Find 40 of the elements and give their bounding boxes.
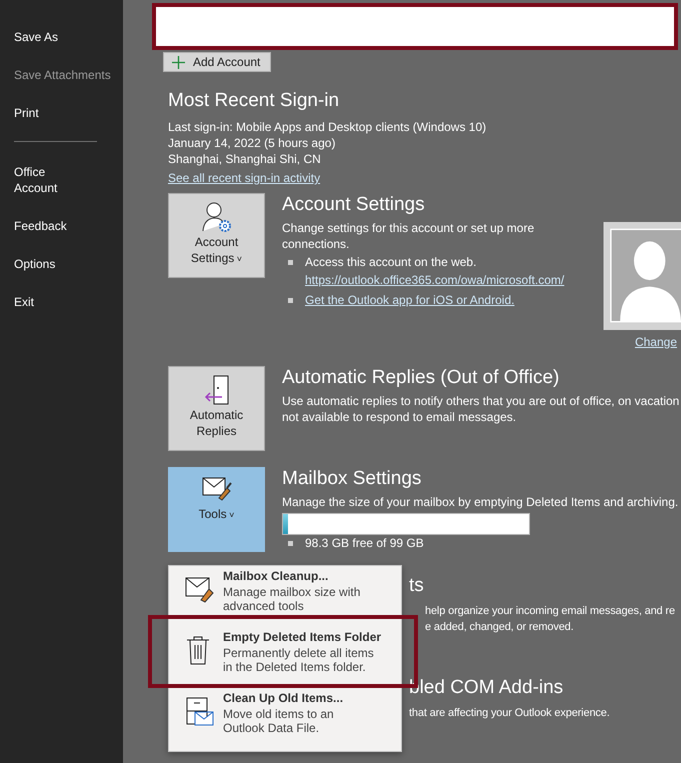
section-heading: Account Settings [282,193,425,217]
menu-item[interactable]: Clean Up Old Items... Move old items to an Outlook Data File. [169,690,401,751]
section-heading: Most Recent Sign-in [168,89,340,113]
web-link[interactable]: https://outlook.office365.com/owa/microsoft.com/ [305,272,564,288]
web-link[interactable]: Get the Outlook app for iOS or Android. [305,292,514,308]
storage-text: 98.3 GB free of 99 GB [305,535,424,551]
settings-tile[interactable]: Automatic Replies [168,366,265,451]
section-heading: Mailbox Settings [282,467,422,491]
settings-tile[interactable]: Account Settings ˅ [168,193,265,278]
sidebar-item[interactable]: Exit [14,294,109,310]
menu-item[interactable]: Mailbox Cleanup... Manage mailbox size with advanced tools [169,568,401,629]
section-heading: ts [409,574,424,598]
sign-in-activity-link[interactable]: See all recent sign-in activity [168,170,320,186]
sidebar-item[interactable]: Print [14,105,109,121]
sidebar-item[interactable]: Office Account [14,164,109,196]
plus-icon [172,56,185,68]
sidebar-item[interactable]: Feedback [14,218,109,234]
section-description: Use automatic replies to notify others that you are out of office, on vacation not available to respond to email messages. [282,393,680,425]
menu-item[interactable]: Empty Deleted Items Folder Permanently delete all items in the Deleted Items folder. [169,629,401,690]
sidebar-item[interactable]: Options [14,256,109,272]
trash-icon [185,635,211,665]
cabinet-envelope-icon [185,696,215,726]
sign-in-text: Last sign-in: Mobile Apps and Desktop clients (Windows 10) [168,119,486,135]
section-description: that are affecting your Outlook experience. [409,706,610,721]
settings-tile[interactable]: Tools ˅ [168,467,265,552]
sign-in-text: January 14, 2022 (5 hours ago) [168,135,336,151]
bullet-text: Access this account on the web. [305,254,476,270]
change-photo-link[interactable]: Change [634,334,677,350]
sidebar-item[interactable]: Save As [14,29,109,45]
add-account-button[interactable]: Add Account [163,52,271,72]
section-description: e added, changed, or removed. [424,620,574,635]
section-description: help organize your incoming email messages, and re [424,604,675,619]
sign-in-text: Shanghai, Shanghai Shi, CN [168,151,321,167]
section-description: Change settings for this account or set up more connections. [282,220,536,252]
section-heading: Automatic Replies (Out of Office) [282,366,560,390]
section-description: Manage the size of your mailbox by emptying Deleted Items and archiving. [282,494,678,510]
bullet-icon [288,298,293,303]
person-gear-icon [200,200,234,234]
bullet-icon [288,260,293,265]
bullet-icon [288,541,293,546]
